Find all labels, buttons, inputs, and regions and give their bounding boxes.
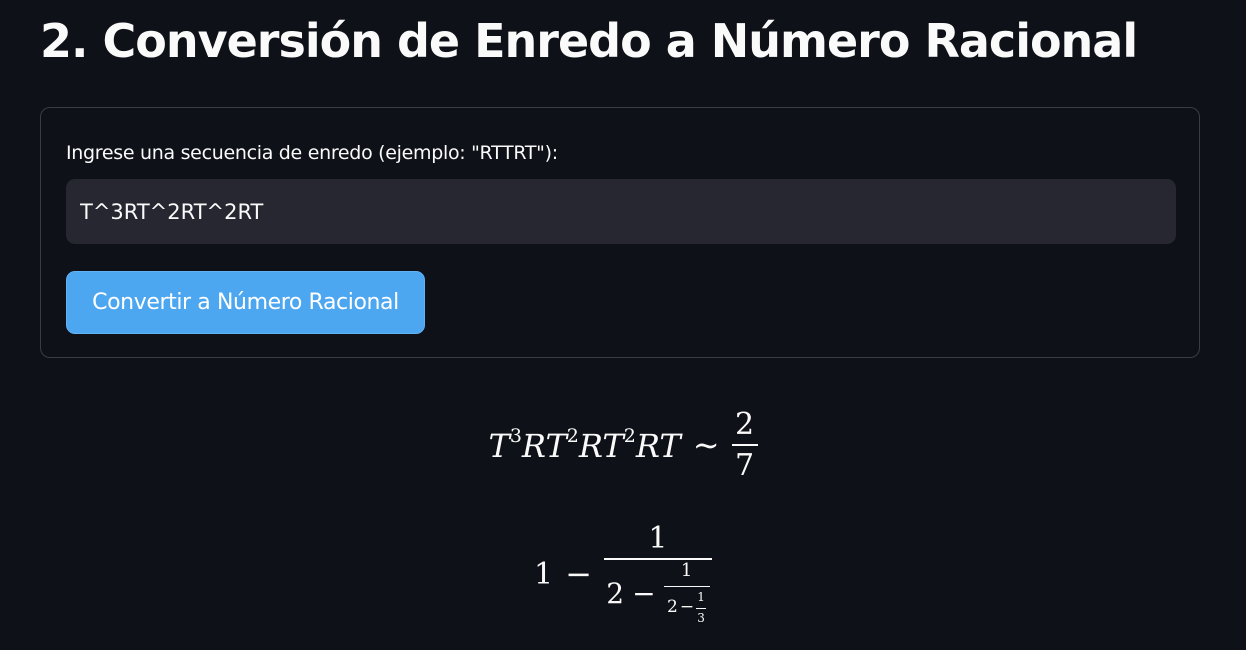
term-exponent: 2 xyxy=(566,425,579,447)
cf-level1-whole: 2 xyxy=(606,576,625,610)
equivalence-symbol: ∼ xyxy=(692,426,720,464)
result-numerator: 2 xyxy=(734,406,755,442)
conversion-form: Ingrese una secuencia de enredo (ejemplo… xyxy=(40,107,1200,358)
term-base: T xyxy=(488,427,510,465)
fraction-bar xyxy=(731,444,758,446)
result-denominator: 7 xyxy=(734,448,755,483)
fraction-bar xyxy=(663,585,710,588)
cf-level2-fraction: 1 2 − 1 3 xyxy=(663,559,710,625)
cf-level3-numerator: 1 xyxy=(697,590,705,605)
cf-level2-whole: 2 xyxy=(667,597,678,618)
cf-minus-sign: − xyxy=(632,576,656,610)
cf-level2-numerator: 1 xyxy=(680,559,693,581)
convert-button[interactable]: Convertir a Número Racional xyxy=(66,271,425,334)
term-base: R xyxy=(521,427,546,465)
term-base: T xyxy=(545,427,567,465)
sequence-term: R xyxy=(579,427,603,465)
sequence-term: T3 xyxy=(488,425,521,465)
tangle-sequence-expression: T3RT2RT2RT xyxy=(488,425,680,465)
cf-level2-denominator: 2 − 1 3 xyxy=(667,589,707,625)
fraction-bar xyxy=(696,607,707,609)
term-exponent: 2 xyxy=(623,425,636,447)
sequence-input-label: Ingrese una secuencia de enredo (ejemplo… xyxy=(66,142,558,164)
app-page: 2. Conversión de Enredo a Número Raciona… xyxy=(0,0,1246,650)
rational-result-fraction: 2 7 xyxy=(731,406,758,483)
page-title: 2. Conversión de Enredo a Número Raciona… xyxy=(40,14,1138,68)
sequence-term: T xyxy=(659,427,680,465)
term-base: R xyxy=(578,427,603,465)
cf-minus-sign: − xyxy=(679,597,695,618)
cf-level3-denominator: 3 xyxy=(697,610,705,625)
tangle-result-equation: T3RT2RT2RT ∼ 2 7 xyxy=(0,408,1246,482)
cf-level1-denominator: 2 − 1 2 − 1 3 xyxy=(606,559,710,625)
sequence-term: R xyxy=(636,427,660,465)
sequence-term: T2 xyxy=(545,425,578,465)
cf-level1-fraction: 1 2 − 1 2 − 1 3 xyxy=(603,521,712,625)
term-base: T xyxy=(659,427,681,465)
sequence-term: T2 xyxy=(602,425,635,465)
sequence-input[interactable] xyxy=(66,179,1176,244)
cf-level1-numerator: 1 xyxy=(648,521,668,557)
term-base: R xyxy=(635,427,660,465)
term-exponent: 3 xyxy=(509,425,522,447)
cf-lead-term: 1 xyxy=(534,556,554,592)
sequence-term: R xyxy=(522,427,546,465)
cf-level3-fraction: 1 3 xyxy=(696,590,707,625)
continued-fraction-expression: 1 − 1 2 − 1 2 − 1 3 xyxy=(0,521,1246,625)
cf-minus-sign: − xyxy=(565,555,592,593)
term-base: T xyxy=(602,427,624,465)
